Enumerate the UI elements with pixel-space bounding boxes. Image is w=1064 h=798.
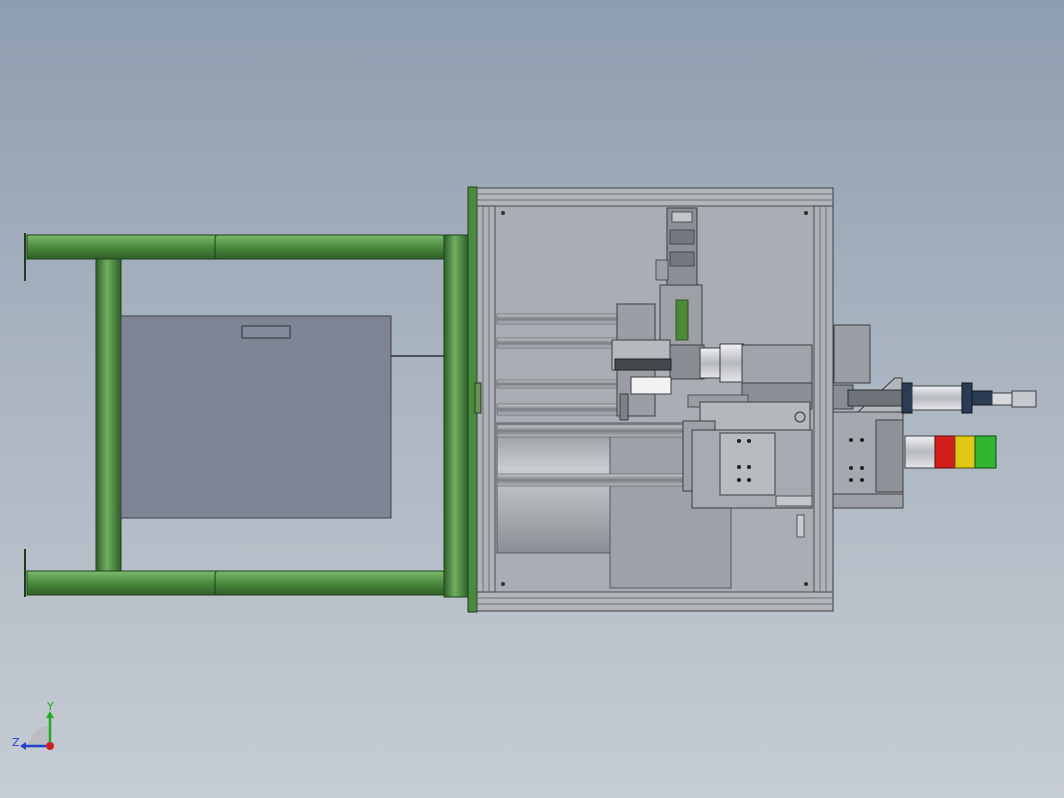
frame-top-rail-left [26, 234, 218, 260]
view-triad[interactable]: Y Z [12, 700, 54, 750]
model-view: Y Z [12, 186, 1037, 750]
triad-x-axis [46, 742, 54, 750]
tower-light-red [934, 435, 956, 469]
cabinet-handle [241, 325, 291, 339]
frame-end-post [443, 234, 469, 598]
side-bracket [832, 324, 904, 509]
guide-rod-6 [496, 473, 688, 487]
tower-light-green [974, 435, 997, 469]
tower-light-yellow [954, 435, 976, 469]
frame-bottom-rail-right [214, 570, 446, 596]
cad-viewport[interactable]: Y Z [0, 0, 1064, 798]
enclosure-right-profile [813, 205, 834, 593]
triad-z-label: Z [12, 736, 20, 749]
guide-rod-5 [496, 424, 688, 438]
enclosure-top-profile [476, 187, 834, 207]
guide-rod-4 [496, 403, 618, 416]
frame-bottom-rail-left [26, 570, 218, 596]
tower-light-base [904, 435, 936, 469]
enclosure-bottom-profile [476, 591, 834, 612]
guide-rod-3 [496, 379, 618, 389]
frame-top-rail-right [214, 234, 446, 260]
clamp-bar [614, 358, 672, 371]
signal-tower-light [904, 435, 997, 469]
frame-vertical-post [95, 258, 122, 572]
triad-y-label: Y [46, 700, 54, 713]
guide-rod-2 [496, 337, 618, 349]
electrical-cabinet [120, 315, 444, 519]
guide-rod-1 [496, 313, 618, 325]
